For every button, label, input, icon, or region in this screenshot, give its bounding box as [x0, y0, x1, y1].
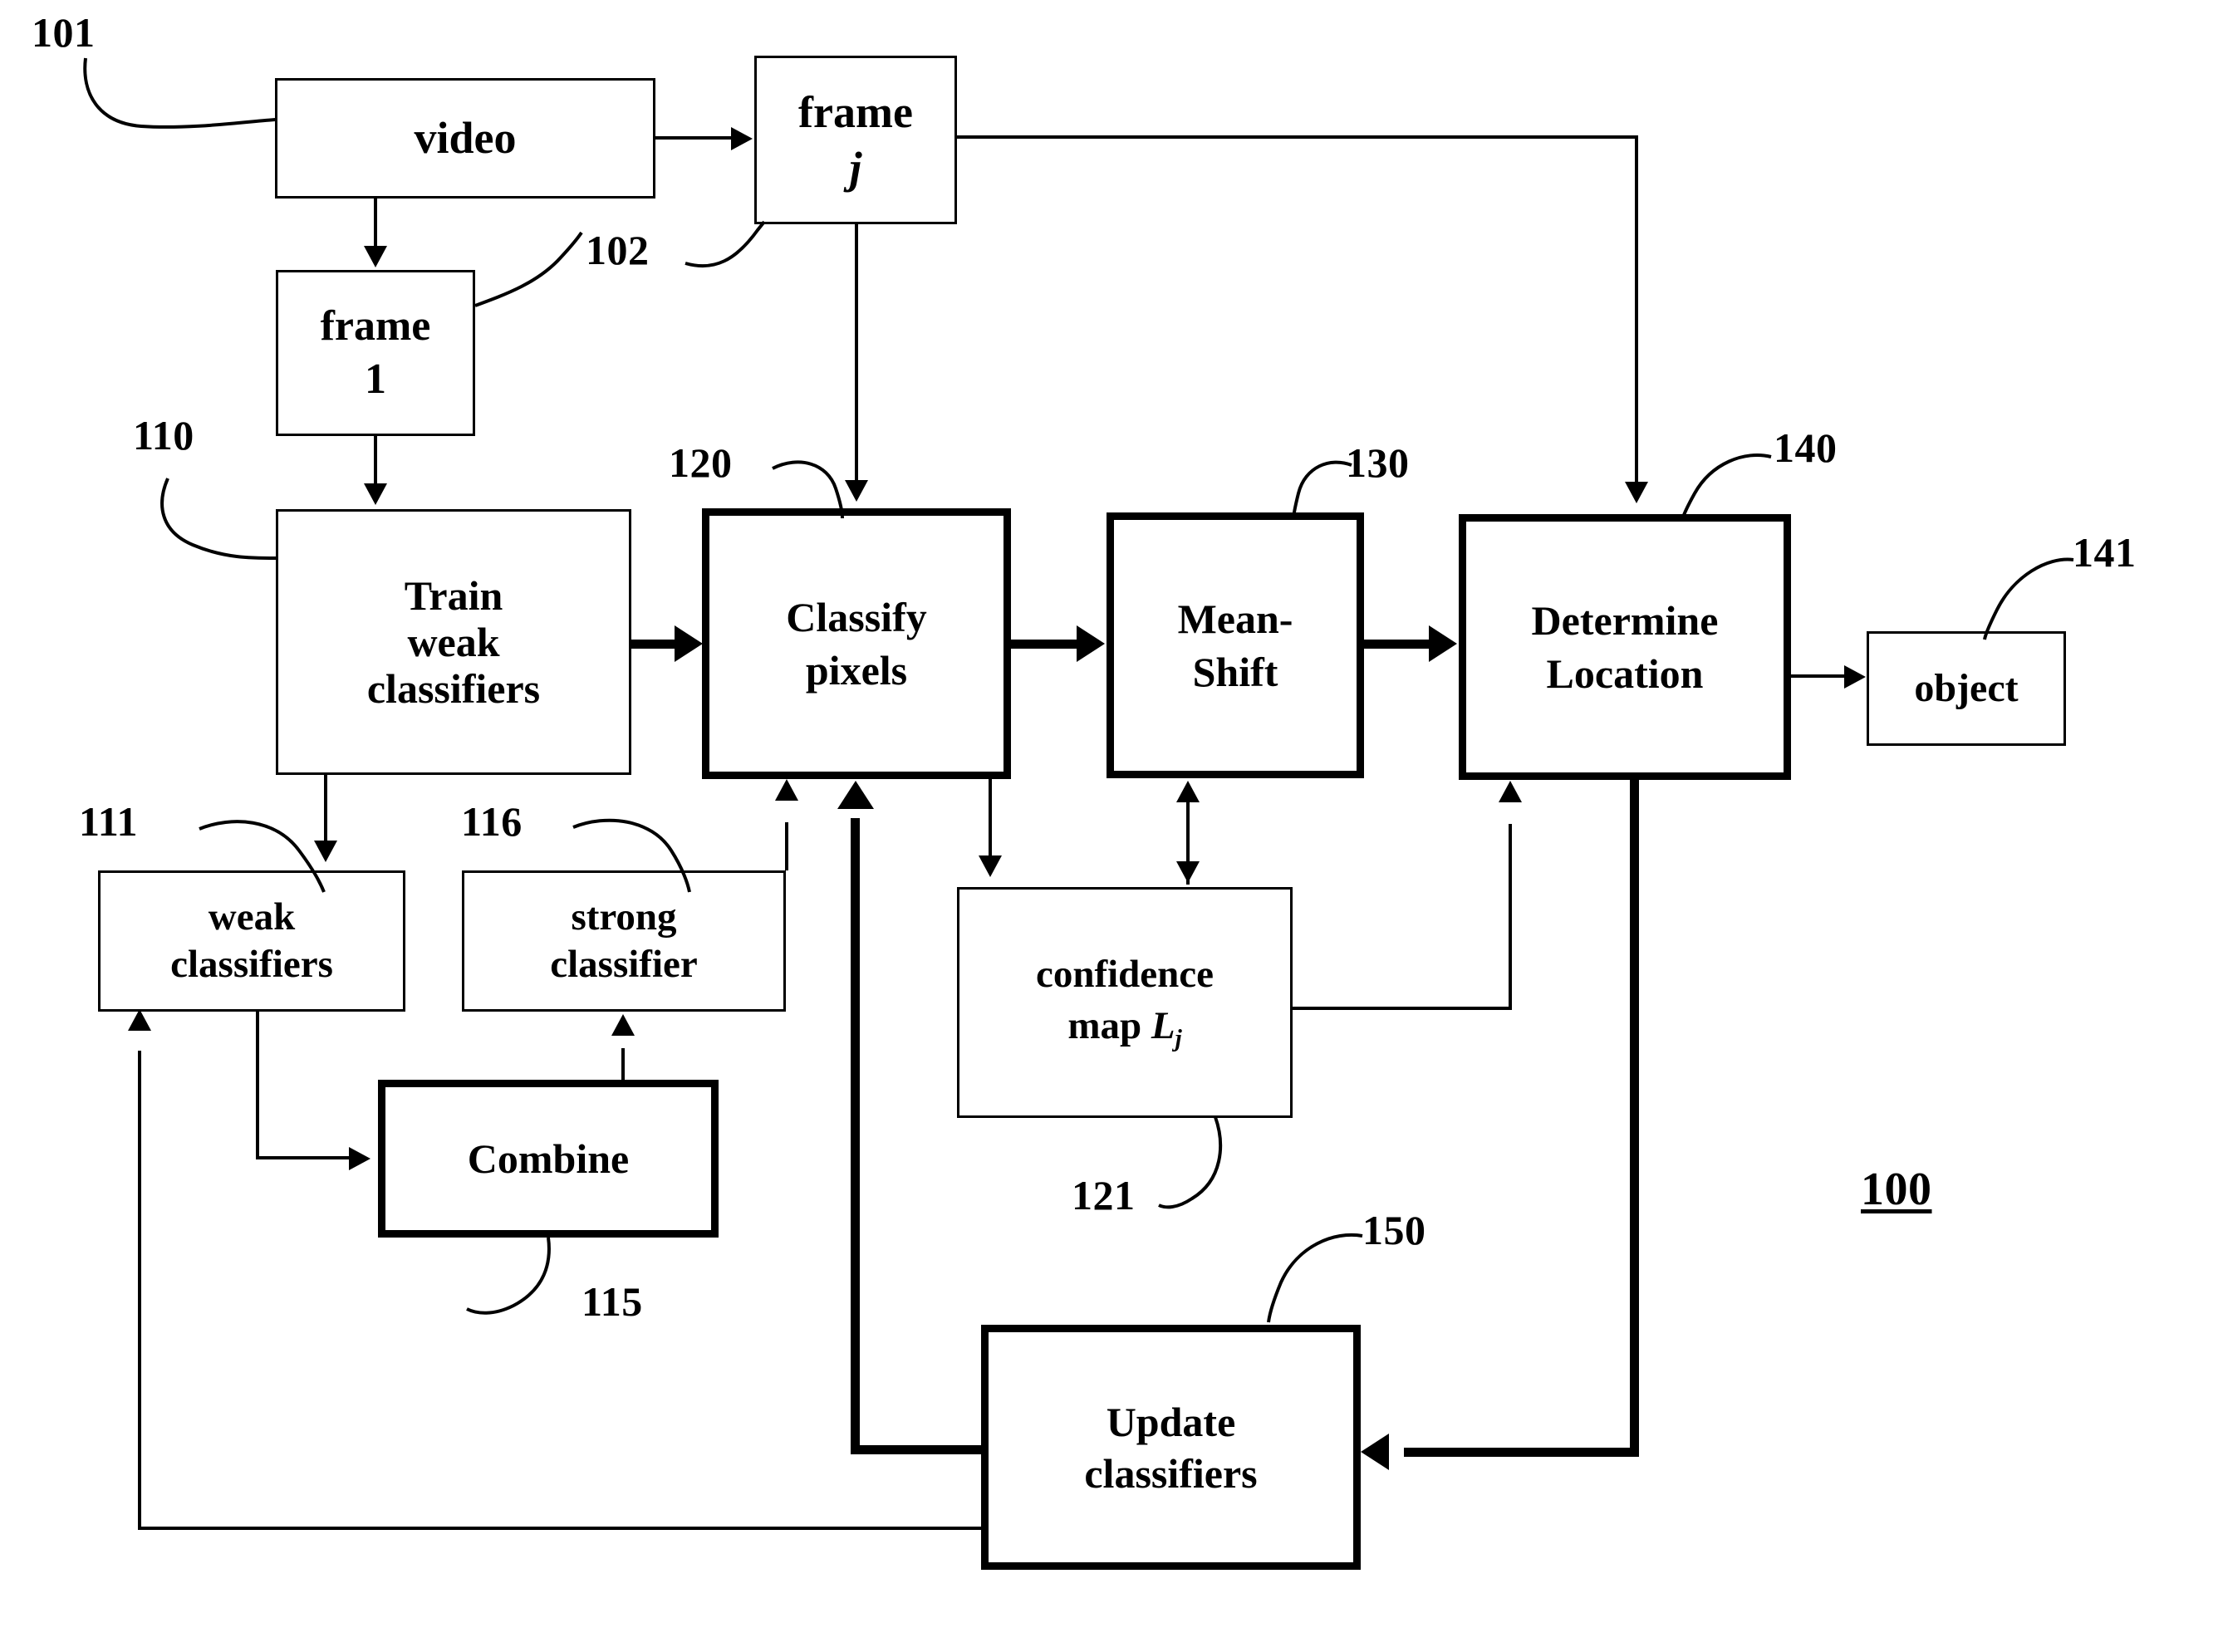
box-determine-label-line2: Location — [1546, 650, 1704, 697]
connector-video-to-frame-1 — [374, 199, 377, 248]
arrowhead-classify-to-meanshift — [1077, 625, 1105, 662]
box-confidence-map[interactable]: confidence map Lj — [957, 887, 1293, 1118]
ref-116: 116 — [461, 798, 523, 845]
box-video-label: video — [414, 113, 517, 164]
connector-confidence-to-determine-horizontal — [1293, 1007, 1512, 1010]
box-frame-j[interactable]: frame j — [754, 56, 957, 224]
arrowhead-video-to-frame-1 — [364, 246, 387, 267]
arrowhead-weak-to-combine — [349, 1147, 370, 1170]
ref-120: 120 — [669, 439, 733, 486]
connector-framej-to-classify — [855, 224, 858, 482]
connector-update-to-weak-horizontal — [138, 1527, 984, 1530]
box-frame-j-label-line2: j — [849, 142, 862, 193]
box-confidence-map-label-line1: confidence — [1035, 952, 1215, 996]
box-strong-classifier-label-line2: classifier — [550, 943, 698, 986]
arrowhead-confidence-to-meanshift — [1176, 781, 1200, 802]
lead-line-110 — [160, 478, 277, 560]
box-determine-label-line1: Determine — [1531, 597, 1719, 644]
connector-weak-to-combine-vertical — [256, 1012, 259, 1159]
arrowhead-determine-to-update — [1361, 1434, 1389, 1470]
connector-update-to-classify-horizontal — [851, 1445, 988, 1454]
ref-111: 111 — [79, 798, 138, 845]
ref-100-figure-number: 100 — [1861, 1164, 1932, 1215]
lead-line-140 — [1681, 453, 1772, 521]
box-combine-label: Combine — [467, 1135, 630, 1182]
connector-weak-to-combine-horizontal — [256, 1156, 351, 1159]
box-train-label-line3: classifiers — [366, 665, 541, 712]
arrowhead-confidence-to-determine — [1499, 781, 1522, 802]
box-frame-1[interactable]: frame 1 — [276, 270, 475, 436]
box-frame-1-label-line2: 1 — [365, 355, 386, 403]
arrowhead-framej-to-determine — [1625, 482, 1648, 503]
ref-101: 101 — [32, 9, 96, 56]
arrowhead-train-to-classify — [675, 625, 703, 662]
lead-line-115 — [466, 1237, 551, 1315]
arrowhead-update-to-weak — [128, 1009, 151, 1031]
box-update-label-line1: Update — [1106, 1398, 1236, 1445]
connector-confidence-to-determine-vertical — [1509, 824, 1512, 1008]
box-update-label-line2: classifiers — [1084, 1449, 1258, 1497]
box-train-label-line1: Train — [404, 572, 503, 619]
lead-line-121 — [1158, 1116, 1222, 1209]
connector-update-to-classify-vertical — [851, 818, 860, 1449]
box-object-label: object — [1914, 666, 2019, 711]
box-video[interactable]: video — [275, 78, 655, 199]
box-confidence-map-label-line2: map Lj — [1067, 1004, 1182, 1052]
connector-video-to-frame-j — [655, 136, 733, 140]
box-classify-pixels[interactable]: Classify pixels — [702, 508, 1011, 779]
connector-update-to-weak-vertical — [138, 1051, 141, 1528]
box-train-weak-classifiers[interactable]: Train weak classifiers — [276, 509, 631, 775]
arrowhead-meanshift-to-confidence — [1176, 861, 1200, 883]
lead-line-102 — [685, 220, 766, 268]
ref-102: 102 — [586, 227, 650, 273]
connector-framej-to-determine-vertical — [1635, 135, 1638, 484]
ref-130: 130 — [1346, 439, 1410, 486]
connector-determine-to-object — [1791, 674, 1845, 678]
ref-115: 115 — [581, 1278, 643, 1325]
lead-line-116 — [572, 818, 691, 893]
arrowhead-determine-to-object — [1844, 665, 1866, 689]
connector-classify-to-confidence-vertical — [989, 779, 992, 859]
connector-determine-to-update-vertical — [1630, 779, 1639, 1452]
connector-frame1-to-train — [374, 436, 377, 484]
connector-combine-to-strong-vertical — [621, 1048, 625, 1083]
ref-140: 140 — [1774, 424, 1838, 471]
box-classify-label-line2: pixels — [805, 647, 908, 694]
box-mean-shift[interactable]: Mean- Shift — [1107, 512, 1364, 778]
connector-classify-to-meanshift — [1011, 640, 1077, 649]
box-update-classifiers[interactable]: Update classifiers — [981, 1325, 1361, 1570]
box-object[interactable]: object — [1867, 631, 2066, 746]
box-weak-classifiers-label-line2: classifiers — [170, 943, 333, 986]
box-determine-location[interactable]: Determine Location — [1459, 514, 1791, 780]
box-mean-shift-label-line2: Shift — [1192, 649, 1278, 695]
connector-framej-to-determine-horizontal — [957, 135, 1638, 139]
box-mean-shift-label-line1: Mean- — [1177, 596, 1293, 642]
box-combine[interactable]: Combine — [378, 1080, 719, 1238]
box-train-label-line2: weak — [407, 619, 500, 665]
lead-line-120 — [772, 460, 844, 519]
connector-determine-to-update-horizontal — [1404, 1448, 1639, 1457]
box-frame-1-label-line1: frame — [320, 301, 431, 350]
arrowhead-update-to-classify — [837, 781, 874, 809]
box-classify-label-line1: Classify — [786, 594, 927, 640]
ref-121: 121 — [1072, 1172, 1136, 1218]
lead-line-101 — [83, 57, 277, 129]
connector-strong-to-classify-vertical — [785, 822, 788, 870]
arrowhead-video-to-frame-j — [731, 127, 753, 150]
arrowhead-strong-to-classify — [775, 779, 798, 801]
box-frame-j-label-line1: frame — [798, 87, 913, 138]
arrowhead-combine-to-strong — [611, 1014, 635, 1036]
ref-150: 150 — [1362, 1207, 1426, 1253]
connector-meanshift-to-determine — [1364, 640, 1429, 649]
ref-141: 141 — [2073, 529, 2137, 576]
figure-canvas: video frame j frame 1 Train weak classif… — [0, 0, 2218, 1652]
arrowhead-frame1-to-train — [364, 483, 387, 505]
ref-110: 110 — [133, 412, 194, 458]
connector-train-to-classify — [631, 640, 681, 649]
arrowhead-classify-to-confidence — [979, 855, 1002, 877]
lead-line-150 — [1267, 1233, 1363, 1323]
arrowhead-meanshift-to-determine — [1429, 625, 1457, 662]
lead-line-111 — [199, 820, 326, 893]
